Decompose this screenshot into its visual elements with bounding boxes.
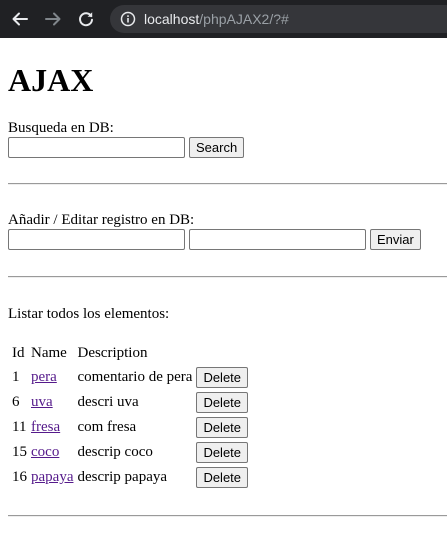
divider (8, 515, 447, 517)
reload-icon (79, 12, 93, 27)
edit-row: Enviar (8, 229, 421, 250)
url-path: /phpAJAX2/?# (199, 11, 289, 27)
cell-id: 6 (12, 394, 20, 410)
delete-button[interactable]: Delete (196, 467, 249, 488)
table-row: 1 pera comentario de pera Delete (11, 366, 249, 389)
arrow-right-icon (45, 12, 61, 26)
page-title: AJAX (8, 62, 94, 98)
cell-id: 11 (12, 419, 27, 435)
table-header-row: Id Name Description (11, 343, 249, 364)
description-input[interactable] (189, 229, 366, 250)
list-label: Listar todos los elementos: (8, 306, 170, 322)
cell-id: 1 (12, 369, 20, 385)
search-row: Search (8, 137, 245, 158)
cell-actions: Delete (195, 391, 249, 414)
item-name-link[interactable]: coco (31, 444, 59, 460)
cell-name: uva (30, 391, 74, 414)
divider (8, 183, 447, 185)
header-description: Description (77, 345, 148, 361)
delete-button[interactable]: Delete (196, 392, 249, 413)
table-row: 16 papaya descrip papaya Delete (11, 466, 249, 489)
delete-button[interactable]: Delete (196, 442, 249, 463)
search-input[interactable] (8, 137, 185, 158)
cell-id: 15 (12, 444, 27, 460)
search-label: Busqueda en DB: (8, 120, 114, 136)
delete-button[interactable]: Delete (196, 367, 249, 388)
cell-actions: Delete (195, 441, 249, 464)
cell-description: descri uva (77, 394, 139, 410)
name-input[interactable] (8, 229, 185, 250)
table-row: 11 fresa com fresa Delete (11, 416, 249, 439)
item-name-link[interactable]: uva (31, 394, 53, 410)
cell-description: com fresa (77, 419, 137, 435)
item-name-link[interactable]: papaya (31, 469, 73, 485)
cell-name: papaya (30, 466, 74, 489)
search-button[interactable]: Search (189, 137, 245, 158)
info-icon[interactable] (120, 11, 136, 27)
cell-description: descrip papaya (77, 469, 168, 485)
cell-name: pera (30, 366, 74, 389)
cell-name: coco (30, 441, 74, 464)
cell-description: comentario de pera (77, 369, 193, 385)
cell-actions: Delete (195, 366, 249, 389)
arrow-left-icon (12, 12, 28, 26)
item-name-link[interactable]: pera (31, 369, 57, 385)
submit-button[interactable]: Enviar (370, 229, 421, 250)
items-table: Id Name Description 1 pera comentario de… (9, 341, 251, 491)
header-name: Name (31, 345, 67, 361)
cell-description: descrip coco (77, 444, 153, 460)
edit-label: Añadir / Editar registro en DB: (8, 212, 195, 228)
cell-actions: Delete (195, 416, 249, 439)
cell-id: 16 (12, 469, 27, 485)
table-row: 15 coco descrip coco Delete (11, 441, 249, 464)
browser-toolbar: localhost/phpAJAX2/?# (0, 0, 447, 38)
header-actions (195, 343, 249, 364)
forward-button[interactable] (42, 8, 64, 30)
address-bar[interactable]: localhost/phpAJAX2/?# (110, 5, 447, 33)
header-id: Id (12, 345, 25, 361)
cell-name: fresa (30, 416, 74, 439)
item-name-link[interactable]: fresa (31, 419, 60, 435)
divider (8, 276, 447, 278)
table-row: 6 uva descri uva Delete (11, 391, 249, 414)
url-host: localhost (144, 11, 200, 27)
back-button[interactable] (9, 8, 31, 30)
delete-button[interactable]: Delete (196, 417, 249, 438)
cell-actions: Delete (195, 466, 249, 489)
reload-button[interactable] (75, 8, 97, 30)
